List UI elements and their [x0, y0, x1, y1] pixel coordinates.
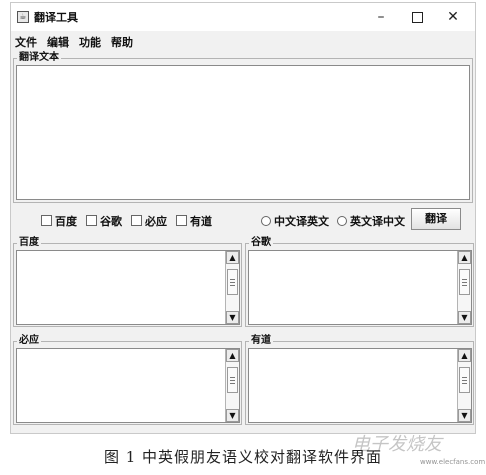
scroll-thumb[interactable]: [227, 367, 238, 393]
checkbox-icon: [176, 215, 187, 226]
scroll-down-icon[interactable]: ▼: [226, 311, 239, 324]
result-panel-youdao: 有道 ▲ ▼: [245, 334, 474, 425]
engine-label: 有道: [190, 215, 212, 228]
scroll-down-icon[interactable]: ▼: [226, 409, 239, 422]
scroll-up-icon[interactable]: ▲: [226, 349, 239, 362]
figure-caption: 图 1 中英假朋友语义校对翻译软件界面: [103, 448, 383, 466]
menu-file[interactable]: 文件: [15, 34, 37, 50]
translate-button[interactable]: 翻译: [411, 208, 461, 230]
radio-zh-to-en[interactable]: 中文译英文: [261, 213, 329, 229]
result-text-area-youdao[interactable]: ▲ ▼: [248, 348, 472, 423]
menu-bar: 文件 编辑 功能 帮助: [11, 31, 475, 49]
result-panel-title: 有道: [249, 334, 273, 348]
menu-help[interactable]: 帮助: [111, 34, 133, 50]
radio-icon: [337, 216, 347, 226]
engine-label: 百度: [55, 215, 77, 228]
checkbox-icon: [86, 215, 97, 226]
radio-en-to-zh[interactable]: 英文译中文: [337, 213, 405, 229]
java-app-icon: ☕: [17, 11, 29, 23]
engine-checkbox-baidu[interactable]: 百度: [41, 213, 77, 229]
vertical-scrollbar[interactable]: ▲ ▼: [457, 251, 471, 324]
source-text-panel: 翻译文本: [13, 51, 473, 203]
vertical-scrollbar[interactable]: ▲ ▼: [225, 251, 239, 324]
scroll-down-icon[interactable]: ▼: [458, 409, 471, 422]
minimize-button[interactable]: –: [363, 5, 399, 29]
scroll-thumb[interactable]: [227, 269, 238, 295]
scroll-thumb[interactable]: [459, 269, 470, 295]
result-text-area-bing[interactable]: ▲ ▼: [16, 348, 240, 423]
close-button[interactable]: ✕: [435, 5, 471, 29]
direction-label: 英文译中文: [350, 215, 405, 228]
engine-label: 必应: [145, 215, 167, 228]
vertical-scrollbar[interactable]: ▲ ▼: [457, 349, 471, 422]
menu-edit[interactable]: 编辑: [47, 34, 69, 50]
result-panel-bing: 必应 ▲ ▼: [13, 334, 242, 425]
result-panel-title: 谷歌: [249, 236, 273, 250]
engine-checkbox-google[interactable]: 谷歌: [86, 213, 122, 229]
scroll-up-icon[interactable]: ▲: [458, 349, 471, 362]
result-panel-google: 谷歌 ▲ ▼: [245, 236, 474, 327]
direction-label: 中文译英文: [274, 215, 329, 228]
scroll-up-icon[interactable]: ▲: [226, 251, 239, 264]
checkbox-icon: [131, 215, 142, 226]
radio-icon: [261, 216, 271, 226]
window-title: 翻译工具: [34, 11, 78, 24]
result-panel-title: 百度: [17, 236, 41, 250]
maximize-icon: [411, 11, 423, 23]
engine-checkbox-bing[interactable]: 必应: [131, 213, 167, 229]
menu-function[interactable]: 功能: [79, 34, 101, 50]
options-row: 百度 谷歌 必应 有道 中文译英文 英文译中文 翻译: [11, 207, 475, 231]
scroll-thumb[interactable]: [459, 367, 470, 393]
engine-checkbox-youdao[interactable]: 有道: [176, 213, 212, 229]
vertical-scrollbar[interactable]: ▲ ▼: [225, 349, 239, 422]
maximize-button[interactable]: [399, 5, 435, 29]
checkbox-icon: [41, 215, 52, 226]
scroll-down-icon[interactable]: ▼: [458, 311, 471, 324]
watermark-url: www.elecfans.com: [420, 458, 486, 466]
title-bar[interactable]: ☕ 翻译工具 – ✕: [11, 3, 475, 31]
result-text-area-baidu[interactable]: ▲ ▼: [16, 250, 240, 325]
source-text-area[interactable]: [16, 65, 470, 200]
engine-label: 谷歌: [100, 215, 122, 228]
result-panel-baidu: 百度 ▲ ▼: [13, 236, 242, 327]
result-panel-title: 必应: [17, 334, 41, 348]
app-window: ☕ 翻译工具 – ✕ 文件 编辑 功能 帮助 翻译文本 百度 谷歌 必应 有道 …: [10, 2, 476, 434]
scroll-up-icon[interactable]: ▲: [458, 251, 471, 264]
source-panel-title: 翻译文本: [17, 51, 61, 65]
result-text-area-google[interactable]: ▲ ▼: [248, 250, 472, 325]
